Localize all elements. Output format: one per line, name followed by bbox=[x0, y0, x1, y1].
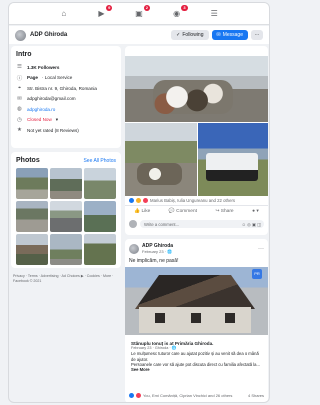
location-pin-icon: ⌖ bbox=[17, 84, 22, 91]
watch-icon[interactable]: ▶ 9 bbox=[96, 4, 113, 19]
more-options-button[interactable]: ··· bbox=[251, 30, 263, 40]
marketplace-badge: 2 bbox=[143, 4, 150, 11]
truck bbox=[206, 153, 258, 181]
photo-thumbnail[interactable] bbox=[16, 201, 48, 232]
website-row[interactable]: ◍ adpghiroda.ro bbox=[16, 104, 116, 115]
author-avatar[interactable] bbox=[129, 243, 139, 254]
chevron-down-icon: ▾ bbox=[55, 116, 59, 122]
comment-button[interactable]: 💬 Comment bbox=[169, 209, 197, 214]
shared-post-line1: Le mulțumesc tuturor care au ajutat pozi… bbox=[131, 351, 259, 362]
rating-row[interactable]: ★ Not yet rated (8 Reviews) bbox=[16, 125, 116, 136]
app-frame: ⌂ ▶ 9 ▣ 2 ◉ 3 ☰ ADP Ghiroda ✓ Following ✉ Mes… bbox=[8, 2, 270, 403]
shares-count[interactable]: 4 Shares bbox=[248, 393, 264, 398]
clock-icon: ◷ bbox=[17, 116, 22, 123]
photo-thumbnail[interactable] bbox=[84, 168, 116, 199]
footer-links[interactable]: Privacy · Terms · Advertising · Ad Choic… bbox=[13, 274, 121, 284]
message-label: Message bbox=[222, 32, 243, 38]
photos-title: Photos bbox=[16, 157, 40, 164]
check-icon: ✓ bbox=[176, 32, 181, 38]
post-more-icon[interactable]: ··· bbox=[258, 246, 264, 252]
care-reaction-icon bbox=[136, 198, 141, 203]
page-header-bar: ADP Ghiroda ✓ Following ✉ Message ··· bbox=[9, 26, 269, 44]
comment-composer: Write a comment... ☺ ◎ ▣ ◫ bbox=[129, 219, 264, 229]
trash-pile bbox=[137, 163, 182, 185]
shared-post-text: Stănuplu Ionuț is at Primăria Ghiroda. F… bbox=[129, 339, 264, 374]
window bbox=[155, 313, 165, 323]
comment-input[interactable]: Write a comment... ☺ ◎ ▣ ◫ bbox=[140, 220, 264, 228]
burned-roof bbox=[135, 275, 255, 309]
marketplace-icon[interactable]: ▣ 2 bbox=[134, 4, 150, 19]
like-reaction-icon bbox=[129, 393, 134, 398]
page-avatar[interactable] bbox=[15, 29, 26, 41]
post-photo-truck[interactable] bbox=[198, 123, 268, 196]
window bbox=[191, 313, 201, 323]
post2-reactions[interactable]: You, Emi Comăniță, Ciprian Vinchici and … bbox=[129, 393, 264, 398]
photo-thumbnail[interactable] bbox=[50, 168, 82, 199]
see-more-link[interactable]: See More bbox=[131, 367, 150, 372]
email-icon: ✉ bbox=[17, 95, 22, 102]
emoji-icons[interactable]: ☺ ◎ ▣ ◫ bbox=[242, 222, 261, 227]
star-icon: ★ bbox=[17, 127, 22, 134]
share-button[interactable]: ↪ Share bbox=[215, 209, 233, 214]
photo-thumbnail[interactable] bbox=[84, 234, 116, 265]
post-actions: 👍 Like 💬 Comment ↪ Share ● ▾ bbox=[125, 205, 268, 216]
photos-card: Photos See All Photos bbox=[11, 152, 121, 268]
groups-icon[interactable]: ◉ 3 bbox=[172, 4, 188, 19]
menu-icon[interactable]: ☰ bbox=[209, 9, 219, 19]
like-button[interactable]: 👍 Like bbox=[134, 209, 150, 214]
photo-thumbnail[interactable] bbox=[84, 201, 116, 232]
post-card-shared: ADP Ghiroda February 23 · 🌐 ··· Ne impli… bbox=[125, 239, 268, 402]
photo-thumbnail[interactable] bbox=[16, 234, 48, 265]
post-reactions[interactable]: Marius Babiș, Iulia Ungureanu and 22 oth… bbox=[129, 198, 264, 203]
address-row[interactable]: ⌖ Str. Bistra nr. 9, Ghiroda, Romania bbox=[16, 83, 116, 94]
followers-row: ☰ 1.3K Followers bbox=[17, 64, 60, 71]
messenger-icon: ✉ bbox=[216, 32, 221, 38]
message-button[interactable]: ✉ Message bbox=[211, 30, 248, 40]
shared-post-line2: Persoanele care vor să ajute pot discuta… bbox=[131, 361, 260, 367]
reactions-text: Marius Babiș, Iulia Ungureanu and 22 oth… bbox=[150, 198, 236, 203]
shared-post-photo[interactable]: PR bbox=[125, 267, 268, 335]
groups-badge: 3 bbox=[181, 4, 188, 11]
hours-row[interactable]: ◷ Closed Now ▾ bbox=[16, 115, 116, 126]
user-avatar bbox=[129, 220, 137, 228]
category-row: ⓘ Page · Local Service bbox=[16, 75, 73, 82]
window bbox=[225, 313, 235, 323]
love-reaction-icon bbox=[143, 198, 148, 203]
post-photo-main[interactable] bbox=[125, 56, 268, 122]
home-icon[interactable]: ⌂ bbox=[59, 9, 69, 19]
email-row[interactable]: ✉ adpghiroda@gmail.com bbox=[16, 94, 116, 105]
see-all-photos-link[interactable]: See All Photos bbox=[83, 158, 116, 164]
trash-pile bbox=[153, 80, 233, 114]
intro-card: Intro ☰ 1.3K Followers ⓘ Page · Local Serv… bbox=[11, 46, 121, 148]
followers-icon: ☰ bbox=[17, 64, 22, 71]
audience-selector[interactable]: ● ▾ bbox=[252, 209, 259, 214]
photos-grid bbox=[16, 168, 116, 265]
photo-thumbnail[interactable] bbox=[50, 201, 82, 232]
watch-badge: 9 bbox=[106, 4, 113, 11]
page-name[interactable]: ADP Ghiroda bbox=[30, 32, 168, 38]
post-date[interactable]: February 23 · 🌐 bbox=[142, 249, 173, 254]
photo-thumbnail[interactable] bbox=[50, 234, 82, 265]
post-photo-secondary[interactable] bbox=[125, 123, 197, 196]
info-icon: ⓘ bbox=[16, 75, 23, 82]
reactions-text: You, Emi Comăniță, Ciprian Vinchici and … bbox=[143, 393, 233, 398]
intro-title: Intro bbox=[16, 51, 32, 58]
love-reaction-icon bbox=[136, 393, 141, 398]
globe-icon: ◍ bbox=[17, 106, 22, 113]
sticker-badge: PR bbox=[252, 269, 262, 279]
top-navigation: ⌂ ▶ 9 ▣ 2 ◉ 3 ☰ bbox=[9, 3, 269, 25]
following-label: Following bbox=[182, 32, 204, 38]
photo-thumbnail[interactable] bbox=[16, 168, 48, 199]
following-button[interactable]: ✓ Following bbox=[171, 30, 209, 40]
post-card-photos: Marius Babiș, Iulia Ungureanu and 22 oth… bbox=[125, 46, 268, 235]
like-reaction-icon bbox=[129, 198, 134, 203]
